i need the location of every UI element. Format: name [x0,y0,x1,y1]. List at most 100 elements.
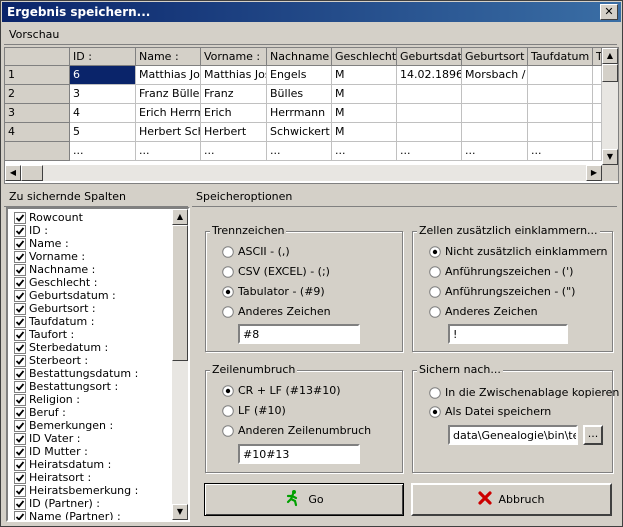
radio-unselected-icon[interactable] [222,246,234,258]
checkbox-checked-icon[interactable] [14,511,26,520]
grid-cell[interactable]: 14.02.1896 [397,66,462,85]
grid-cell[interactable]: M [332,66,397,85]
grid-cell[interactable]: ... [397,142,462,161]
enclose-option-label[interactable]: Anderes Zeichen [445,305,538,318]
checkbox-checked-icon[interactable] [14,472,26,484]
grid-cell[interactable] [593,66,602,85]
enclose-custom-input[interactable]: ! [448,324,568,344]
preview-grid[interactable]: ID : Name : Vorname : Nachname : Geschlecht … [4,47,619,184]
close-button[interactable]: ✕ [600,4,618,20]
grid-row-header[interactable] [5,142,70,161]
checklist-scrollbar-thumb[interactable] [172,225,188,361]
save_to-option-label[interactable]: In die Zwischenablage kopieren [445,386,619,399]
save_to-option-label[interactable]: Als Datei speichern [445,405,551,418]
grid-cell[interactable] [528,66,593,85]
grid-cell[interactable]: 4 [70,104,136,123]
grid-cell[interactable]: ... [462,142,528,161]
grid-cell[interactable] [462,123,528,142]
radio-selected-icon[interactable] [222,286,234,298]
separator-option-label[interactable]: ASCII - (,) [238,245,290,258]
grid-cell[interactable]: Herrmann [267,104,332,123]
grid-cell[interactable]: Matthias Jose [136,66,201,85]
grid-cell[interactable] [593,104,602,123]
grid-column-header[interactable]: Vorname : [201,48,267,66]
checkbox-checked-icon[interactable] [14,355,26,367]
grid-cell[interactable]: 5 [70,123,136,142]
grid-cell[interactable]: ... [332,142,397,161]
grid-row-header[interactable]: 1 [5,66,70,85]
grid-column-header[interactable]: Geschlecht : [332,48,397,66]
grid-cell[interactable]: Herbert [201,123,267,142]
grid-cell[interactable]: Engels [267,66,332,85]
grid-cell[interactable]: M [332,104,397,123]
scroll-up-button[interactable]: ▲ [602,48,618,64]
separator-option-label[interactable]: CSV (EXCEL) - (;) [238,265,330,278]
grid-cell[interactable] [528,104,593,123]
horizontal-scrollbar-track[interactable] [5,165,602,181]
separator-option-label[interactable]: Anderes Zeichen [238,305,331,318]
checkbox-checked-icon[interactable] [14,381,26,393]
grid-cell[interactable]: Matthias Jose [201,66,267,85]
grid-cell[interactable]: ... [267,142,332,161]
grid-cell[interactable] [528,85,593,104]
checkbox-checked-icon[interactable] [14,407,26,419]
checkbox-checked-icon[interactable] [14,225,26,237]
grid-row-header[interactable]: 2 [5,85,70,104]
grid-column-header[interactable]: ID : [70,48,136,66]
grid-cell[interactable]: 6 [70,66,136,85]
horizontal-scrollbar-thumb[interactable] [21,165,43,181]
grid-cell[interactable]: Erich [201,104,267,123]
grid-column-header[interactable]: Taufdatum : [528,48,593,66]
scroll-right-button[interactable]: ▶ [586,165,602,181]
radio-unselected-icon[interactable] [222,306,234,318]
grid-cell[interactable] [462,85,528,104]
linebreak-custom-input[interactable]: #10#13 [238,444,360,464]
radio-unselected-icon[interactable] [222,425,234,437]
checkbox-checked-icon[interactable] [14,329,26,341]
checkbox-checked-icon[interactable] [14,394,26,406]
checkbox-checked-icon[interactable] [14,212,26,224]
separator-custom-input[interactable]: #8 [238,324,360,344]
checkbox-checked-icon[interactable] [14,446,26,458]
radio-selected-icon[interactable] [429,406,441,418]
grid-cell[interactable] [397,104,462,123]
checklist-scroll-down-button[interactable]: ▼ [172,504,188,520]
grid-cell[interactable]: ... [201,142,267,161]
grid-row-header[interactable]: 4 [5,123,70,142]
checkbox-checked-icon[interactable] [14,251,26,263]
checkbox-checked-icon[interactable] [14,238,26,250]
grid-cell[interactable] [397,123,462,142]
enclose-option-label[interactable]: Nicht zusätzlich einklammern [445,245,608,258]
checkbox-checked-icon[interactable] [14,316,26,328]
columns-checklist[interactable]: Rowcount ID : Name : Vorname : Nachname : Ges… [6,207,190,522]
grid-column-header[interactable]: Nachname : [267,48,332,66]
grid-cell[interactable] [397,85,462,104]
grid-cell[interactable]: 3 [70,85,136,104]
linebreak-option-label[interactable]: LF (#10) [238,404,286,417]
grid-cell[interactable]: Morsbach / W [462,66,528,85]
save-path-input[interactable]: data\Genealogie\bin\test [448,425,578,445]
browse-button[interactable]: ... [583,425,603,445]
grid-cell[interactable]: M [332,123,397,142]
grid-cell[interactable] [593,123,602,142]
grid-column-header[interactable]: Name : [136,48,201,66]
grid-cell[interactable]: Franz [201,85,267,104]
checkbox-checked-icon[interactable] [14,277,26,289]
grid-cell[interactable]: Franz Bülles [136,85,201,104]
radio-selected-icon[interactable] [222,385,234,397]
checkbox-checked-icon[interactable] [14,485,26,497]
radio-unselected-icon[interactable] [222,266,234,278]
grid-row-header[interactable]: 3 [5,104,70,123]
enclose-option-label[interactable]: Anführungszeichen - (") [445,285,575,298]
grid-cell[interactable]: ... [136,142,201,161]
checkbox-checked-icon[interactable] [14,420,26,432]
vertical-scrollbar-thumb[interactable] [602,64,618,82]
radio-selected-icon[interactable] [429,246,441,258]
checkbox-checked-icon[interactable] [14,264,26,276]
radio-unselected-icon[interactable] [222,405,234,417]
radio-unselected-icon[interactable] [429,266,441,278]
radio-unselected-icon[interactable] [429,306,441,318]
grid-cell[interactable] [462,104,528,123]
checkbox-checked-icon[interactable] [14,290,26,302]
separator-option-label[interactable]: Tabulator - (#9) [238,285,325,298]
